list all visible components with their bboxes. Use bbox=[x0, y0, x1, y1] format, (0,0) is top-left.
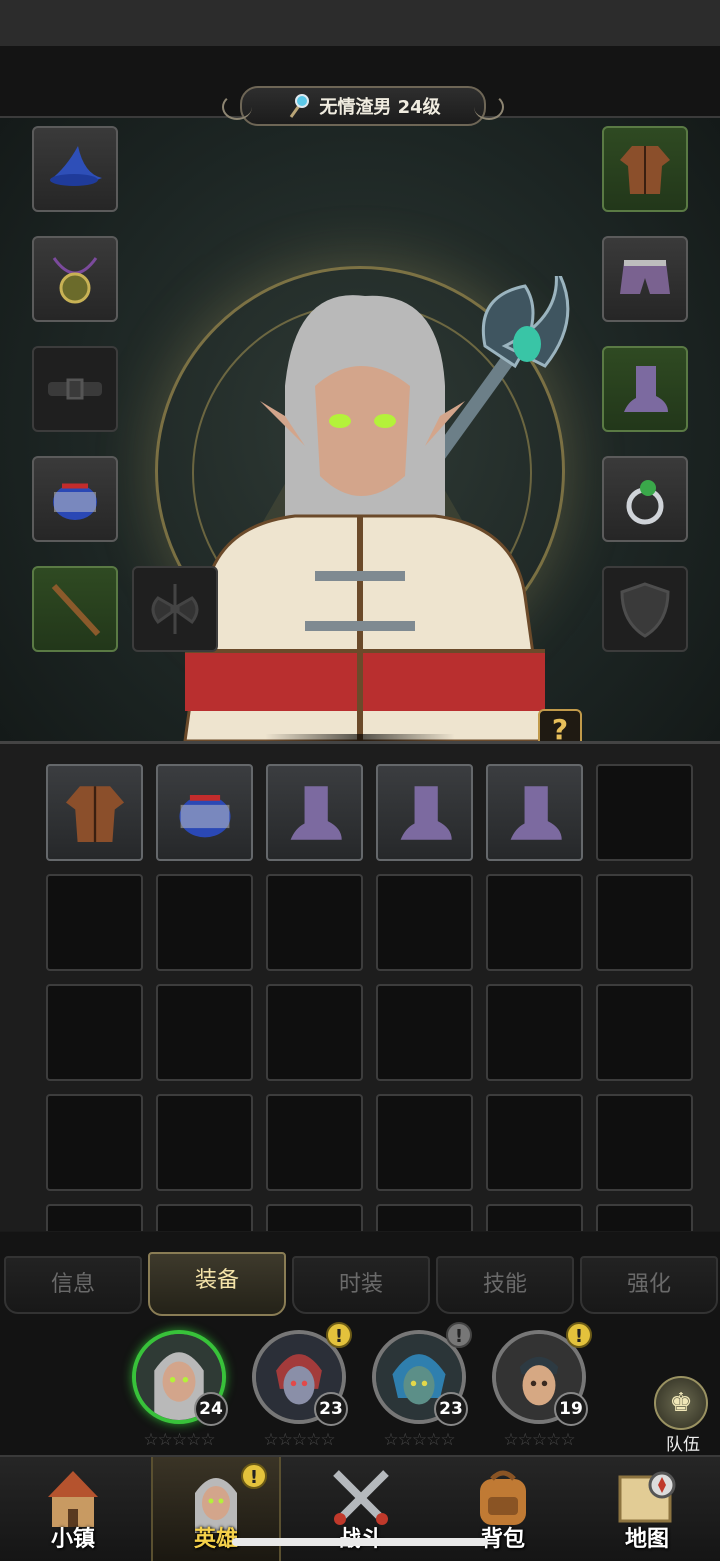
nav-map[interactable]: 地图 bbox=[582, 1457, 712, 1561]
hero-alert-badge: ! bbox=[446, 1322, 472, 1348]
star-rating: ☆☆☆☆☆ bbox=[503, 1430, 575, 1450]
inventory-slot[interactable] bbox=[376, 984, 473, 1081]
tab-fashion[interactable]: 时装 bbox=[292, 1256, 430, 1314]
inventory-slot[interactable] bbox=[46, 874, 143, 971]
hero-level: 24 bbox=[194, 1392, 228, 1426]
inventory-slot[interactable] bbox=[376, 1204, 473, 1231]
hero-level: 19 bbox=[554, 1392, 588, 1426]
ring-slot[interactable] bbox=[602, 456, 688, 542]
inventory-slot[interactable] bbox=[486, 1204, 583, 1231]
hero-card[interactable]: ! 19 ☆☆☆☆☆ bbox=[484, 1322, 594, 1450]
necklace-slot[interactable] bbox=[32, 236, 118, 322]
hero-alert-badge: ! bbox=[566, 1322, 592, 1348]
hero-name-level: 无情渣男 24级 bbox=[319, 97, 441, 118]
weapon-slot[interactable] bbox=[32, 566, 118, 652]
inventory-slot[interactable] bbox=[376, 764, 473, 861]
inventory-slot[interactable] bbox=[266, 1204, 363, 1231]
star-rating: ☆☆☆☆☆ bbox=[143, 1430, 215, 1450]
tab-enhance[interactable]: 强化 bbox=[580, 1256, 718, 1314]
boots-slot[interactable] bbox=[602, 346, 688, 432]
help-button[interactable]: ? bbox=[538, 709, 582, 741]
inventory-slot[interactable] bbox=[266, 984, 363, 1081]
status-strip bbox=[0, 0, 720, 46]
chess-king-icon: ♚ bbox=[654, 1376, 708, 1430]
inventory-slot[interactable] bbox=[46, 1204, 143, 1231]
inventory-slot[interactable] bbox=[156, 1204, 253, 1231]
inventory-slot[interactable] bbox=[156, 984, 253, 1081]
hero-roster: 24 ☆☆☆☆☆ ! 23 ☆☆☆☆☆ ! 23 ☆☆☆☆☆ ! 19 ☆☆☆☆… bbox=[0, 1320, 720, 1455]
robe-icon bbox=[620, 146, 670, 194]
inventory-slot[interactable] bbox=[596, 764, 693, 861]
inventory-slot[interactable] bbox=[376, 874, 473, 971]
plate-ornament-left bbox=[222, 94, 252, 120]
ring-icon bbox=[626, 480, 664, 525]
inventory-slot[interactable] bbox=[486, 764, 583, 861]
bracer-icon bbox=[178, 794, 231, 837]
tab-info[interactable]: 信息 bbox=[4, 1256, 142, 1314]
belt-icon bbox=[48, 378, 102, 400]
wand-icon bbox=[51, 583, 101, 637]
hero-alert-badge: ! bbox=[326, 1322, 352, 1348]
inventory-slot[interactable] bbox=[266, 874, 363, 971]
boot-icon bbox=[290, 785, 342, 840]
hero-card[interactable]: ! 23 ☆☆☆☆☆ bbox=[364, 1322, 474, 1450]
inventory-slot[interactable] bbox=[596, 984, 693, 1081]
inventory-slot[interactable] bbox=[486, 984, 583, 1081]
home-indicator[interactable] bbox=[232, 1538, 488, 1546]
inventory-slot[interactable] bbox=[266, 764, 363, 861]
shield-icon bbox=[620, 582, 670, 638]
inventory-slot[interactable] bbox=[486, 1094, 583, 1191]
belt-slot[interactable] bbox=[32, 346, 118, 432]
bracer-icon bbox=[53, 483, 97, 520]
hero-tabs: 信息 装备 时装 技能 强化 bbox=[0, 1232, 720, 1320]
boot-icon bbox=[400, 785, 452, 840]
inventory-slot[interactable] bbox=[266, 1094, 363, 1191]
inventory-slot[interactable] bbox=[376, 1094, 473, 1191]
wizard-hat-icon bbox=[50, 146, 102, 186]
inventory-slot[interactable] bbox=[486, 874, 583, 971]
hero-card[interactable]: ! 23 ☆☆☆☆☆ bbox=[244, 1322, 354, 1450]
hero-display: 无情渣男 24级 ? bbox=[0, 46, 720, 741]
nav-town[interactable]: 小镇 bbox=[8, 1457, 138, 1561]
amulet-icon bbox=[52, 257, 98, 304]
shield-slot[interactable] bbox=[602, 566, 688, 652]
inventory-panel[interactable] bbox=[0, 741, 720, 1231]
hero-level: 23 bbox=[434, 1392, 468, 1426]
inventory-slot[interactable] bbox=[156, 1094, 253, 1191]
inventory-slot[interactable] bbox=[46, 984, 143, 1081]
armor-slot[interactable] bbox=[602, 126, 688, 212]
plate-ornament-right bbox=[474, 94, 504, 120]
inventory-slot[interactable] bbox=[156, 764, 253, 861]
inventory-slot[interactable] bbox=[156, 874, 253, 971]
inventory-slot[interactable] bbox=[46, 1094, 143, 1191]
star-rating: ☆☆☆☆☆ bbox=[383, 1430, 455, 1450]
team-button[interactable]: ♚ 队伍 bbox=[654, 1376, 712, 1455]
inventory-slot[interactable] bbox=[596, 1094, 693, 1191]
nav-alert-badge: ! bbox=[241, 1463, 267, 1489]
boot-icon bbox=[510, 785, 562, 840]
offhand-slot[interactable] bbox=[132, 566, 218, 652]
inventory-slot[interactable] bbox=[596, 874, 693, 971]
hero-portrait[interactable] bbox=[145, 276, 575, 741]
bracer-slot[interactable] bbox=[32, 456, 118, 542]
hero-name-plate: 无情渣男 24级 bbox=[222, 86, 504, 126]
pants-slot[interactable] bbox=[602, 236, 688, 322]
hero-card[interactable]: 24 ☆☆☆☆☆ bbox=[124, 1330, 234, 1450]
axe-emblem-icon bbox=[151, 584, 199, 634]
tab-equipment[interactable]: 装备 bbox=[148, 1252, 286, 1316]
hat-slot[interactable] bbox=[32, 126, 118, 212]
team-button-label: 队伍 bbox=[666, 1435, 700, 1455]
inventory-grid bbox=[46, 764, 693, 1231]
power-indicator: 4 bbox=[265, 734, 455, 741]
inventory-slot[interactable] bbox=[46, 764, 143, 861]
inventory-slot[interactable] bbox=[596, 1204, 693, 1231]
shorts-icon bbox=[620, 260, 670, 294]
robe-icon bbox=[65, 785, 124, 842]
staff-icon bbox=[290, 94, 310, 118]
boot-icon bbox=[624, 366, 668, 412]
hero-level: 23 bbox=[314, 1392, 348, 1426]
tab-skills[interactable]: 技能 bbox=[436, 1256, 574, 1314]
star-rating: ☆☆☆☆☆ bbox=[263, 1430, 335, 1450]
